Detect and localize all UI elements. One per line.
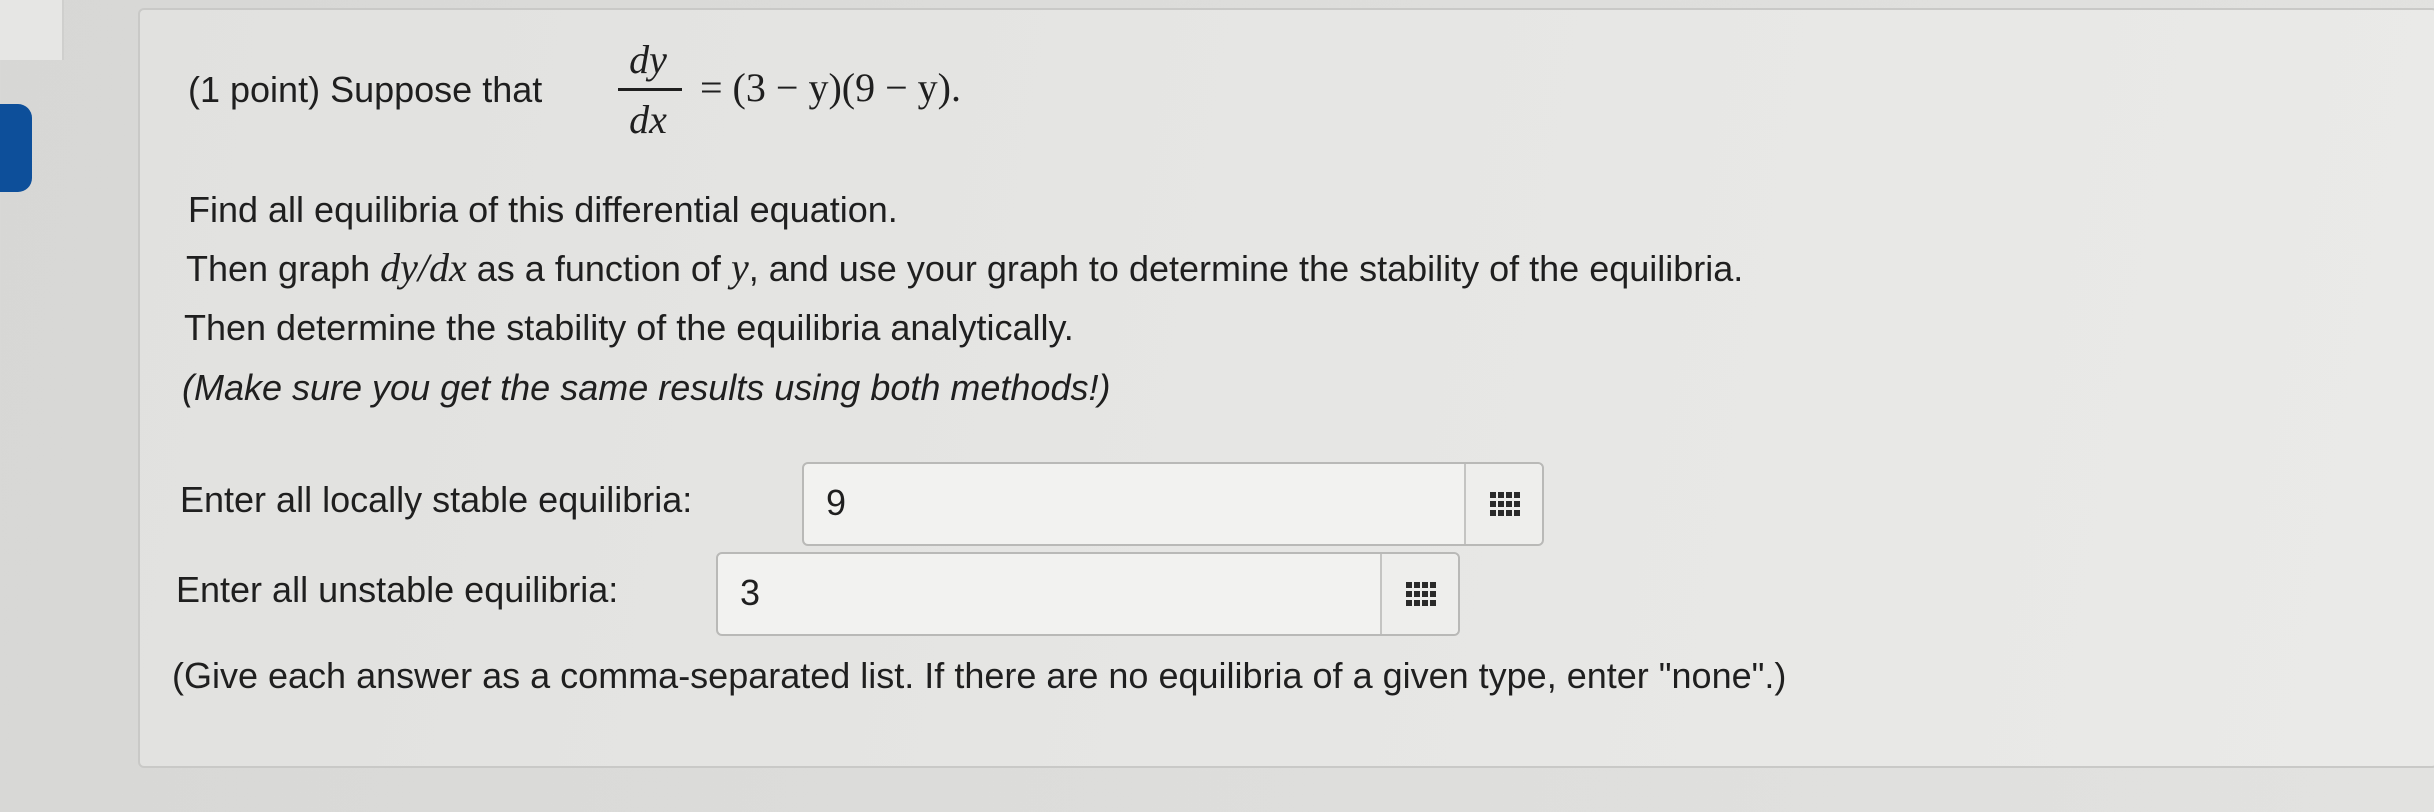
- left-side-panel: [0, 0, 64, 60]
- instruction-line-4: (Make sure you get the same results usin…: [182, 367, 1111, 408]
- instruction-line-3: Then determine the stability of the equi…: [184, 307, 1074, 348]
- stable-answer-field[interactable]: 9: [802, 462, 1544, 546]
- stable-label: Enter all locally stable equilibria:: [180, 479, 693, 520]
- left-accent-tab[interactable]: [0, 104, 32, 192]
- unstable-answer-field[interactable]: 3: [716, 552, 1460, 636]
- unstable-matrix-button[interactable]: [1380, 554, 1458, 634]
- instruction-line-1: Find all equilibria of this differential…: [188, 189, 898, 230]
- answer-format-note: (Give each answer as a comma-separated l…: [172, 655, 1787, 696]
- equation-rhs: = (3 − y)(9 − y).: [700, 66, 961, 110]
- line2-part3: , and use your graph to determine the st…: [748, 248, 1744, 289]
- line2-part1: Then graph: [186, 248, 381, 289]
- grid-matrix-icon: [1490, 492, 1520, 516]
- fraction-numerator: dy: [629, 37, 667, 82]
- equation-rhs-text: = (3 − y)(9 − y).: [700, 65, 961, 110]
- intro-text: (1 point) Suppose that: [188, 69, 543, 110]
- grid-matrix-icon: [1406, 582, 1436, 606]
- fraction-bar: [618, 88, 682, 91]
- unstable-label: Enter all unstable equilibria:: [176, 569, 619, 610]
- stable-answer-value: 9: [826, 482, 847, 523]
- line2-var: y: [730, 245, 749, 290]
- line2-math: dy/dx: [380, 245, 467, 290]
- problem-intro: (1 point) Suppose that: [188, 68, 542, 112]
- instruction-line-2: Then graph dy/dx as a function of y, and…: [186, 246, 1743, 291]
- unstable-answer-value: 3: [740, 572, 761, 613]
- fraction-denominator: dx: [629, 97, 667, 142]
- stable-matrix-button[interactable]: [1464, 464, 1542, 544]
- line2-part2: as a function of: [466, 248, 731, 289]
